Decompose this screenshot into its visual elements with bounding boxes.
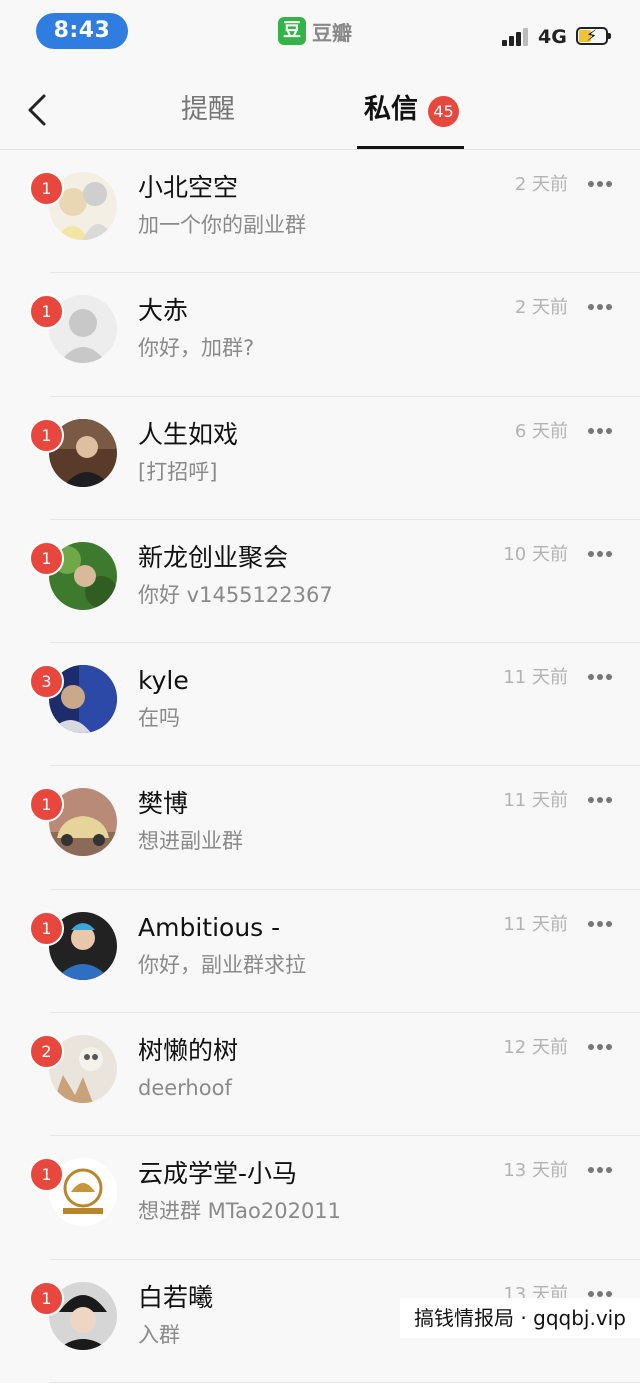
more-options-icon[interactable] (587, 790, 613, 810)
message-preview: 在吗 (138, 706, 180, 731)
unread-badge: 1 (29, 171, 64, 206)
network-type: 4G (538, 26, 567, 48)
conversation-row[interactable]: 1 云成学堂-小马 想进群 MTao202011 13 天前 (0, 1136, 640, 1260)
conversation-list: 1 小北空空 加一个你的副业群 2 天前 1 大赤 你好，加群? 2 天前 1 … (0, 150, 640, 1383)
message-preview: 想进群 MTao202011 (138, 1199, 342, 1224)
active-tab-indicator (357, 146, 464, 149)
conversation-row[interactable]: 1 大赤 你好，加群? 2 天前 (0, 273, 640, 397)
unread-badge: 1 (29, 1280, 64, 1316)
conversation-row[interactable]: 1 樊博 想进副业群 11 天前 (0, 766, 640, 891)
message-time: 11 天前 (503, 913, 568, 935)
message-time: 11 天前 (503, 667, 568, 689)
signal-icon (502, 28, 530, 46)
unread-badge: 1 (29, 910, 64, 946)
unread-badge: 3 (29, 664, 64, 700)
message-time: 11 天前 (503, 790, 568, 812)
tab-direct-messages[interactable]: 私信 (364, 92, 418, 128)
message-time: 13 天前 (503, 1160, 568, 1182)
message-preview: 想进副业群 (138, 829, 243, 854)
contact-name: 大赤 (138, 296, 189, 326)
top-nav: 提醒 私信 45 (0, 68, 640, 150)
conversation-row[interactable]: 1 新龙创业聚会 你好 v1455122367 10 天前 (0, 520, 640, 644)
unread-badge: 1 (29, 540, 64, 576)
contact-name: 云成学堂-小马 (138, 1159, 298, 1189)
contact-name: 树懒的树 (138, 1036, 239, 1066)
unread-badge: 2 (29, 1034, 64, 1070)
message-preview: 你好，加群? (138, 336, 255, 361)
contact-name: 白若曦 (138, 1282, 214, 1312)
more-options-icon[interactable] (587, 1037, 613, 1057)
message-preview: [打招呼] (138, 459, 218, 484)
message-preview: 你好 v1455122367 (138, 582, 333, 607)
more-options-icon[interactable] (587, 1160, 613, 1180)
more-options-icon[interactable] (587, 544, 613, 564)
message-time: 2 天前 (514, 174, 568, 195)
status-time[interactable]: 8:43 (36, 13, 128, 49)
message-preview: 入群 (138, 1322, 180, 1347)
more-options-icon[interactable] (587, 667, 613, 687)
conversation-row[interactable]: 1 小北空空 加一个你的副业群 2 天前 (0, 150, 640, 274)
contact-name: 人生如戏 (138, 419, 239, 449)
status-bar: 8:43 豆 豆瓣 4G ⚡ (0, 0, 640, 68)
douban-logo-icon: 豆 (278, 17, 306, 45)
app-indicator: 豆 豆瓣 (278, 17, 352, 45)
contact-name: 樊博 (138, 789, 189, 819)
message-time: 2 天前 (514, 297, 568, 319)
back-arrow-icon[interactable] (22, 88, 62, 132)
message-preview: 你好，副业群求拉 (138, 952, 306, 977)
app-name: 豆瓣 (312, 20, 352, 45)
more-options-icon[interactable] (587, 297, 613, 317)
battery-icon: ⚡ (576, 26, 611, 45)
message-time: 12 天前 (503, 1037, 568, 1059)
conversation-row[interactable]: 1 Ambitious - 你好，副业群求拉 11 天前 (0, 890, 640, 1014)
message-time: 6 天前 (514, 420, 568, 442)
unread-badge: 1 (29, 417, 64, 453)
watermark: 搞钱情报局 · gqqbj.vip (400, 1298, 640, 1338)
message-preview: 加一个你的副业群 (138, 213, 306, 237)
contact-name: Ambitious - (138, 912, 281, 942)
messages-count-badge: 45 (428, 96, 459, 127)
tab-remind[interactable]: 提醒 (181, 92, 235, 128)
conversation-row[interactable]: 1 人生如戏 [打招呼] 6 天前 (0, 397, 640, 521)
message-preview: deerhoof (138, 1076, 232, 1101)
more-options-icon[interactable] (587, 174, 613, 194)
more-options-icon[interactable] (587, 421, 613, 441)
conversation-row[interactable]: 3 kyle 在吗 11 天前 (0, 643, 640, 767)
message-time: 10 天前 (503, 543, 568, 565)
conversation-row[interactable]: 2 树懒的树 deerhoof 12 天前 (0, 1013, 640, 1137)
contact-name: 小北空空 (138, 173, 239, 202)
more-options-icon[interactable] (587, 914, 613, 934)
contact-name: kyle (138, 666, 189, 696)
contact-name: 新龙创业聚会 (138, 542, 289, 572)
